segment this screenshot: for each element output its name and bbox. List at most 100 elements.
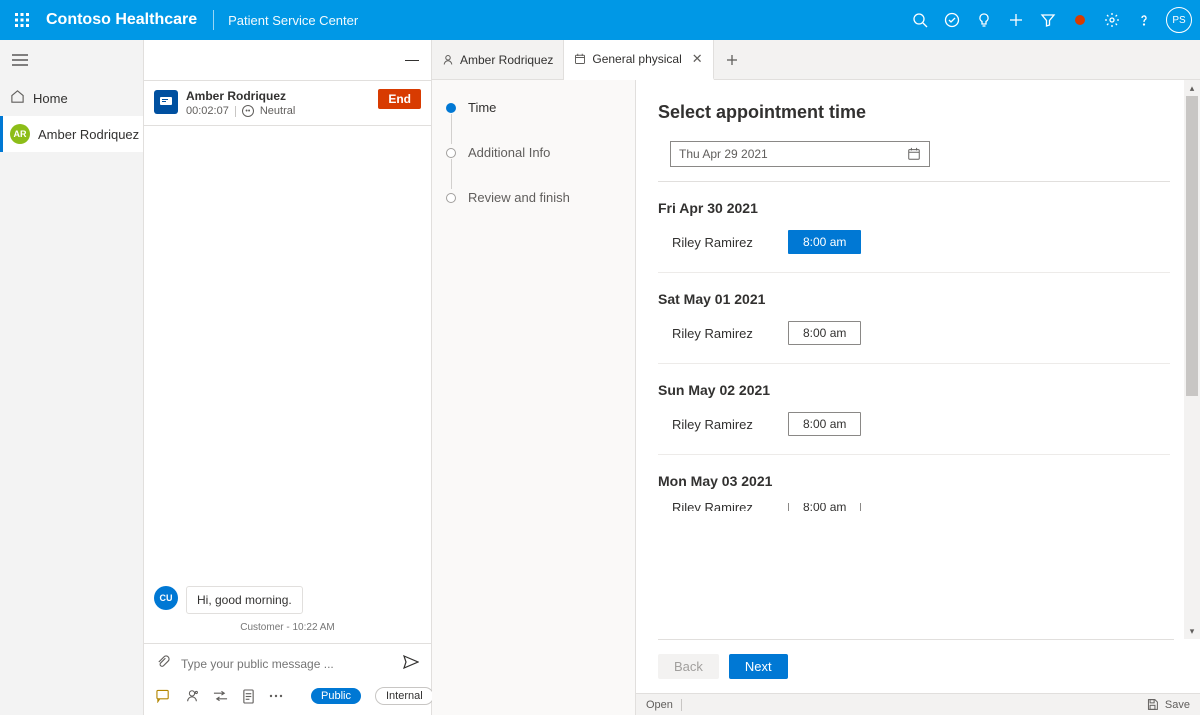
detail-panel: ▴ ▾ Select appointment time Thu Apr 29 2… — [636, 80, 1200, 715]
top-bar: Contoso Healthcare Patient Service Cente… — [0, 0, 1200, 40]
tab-general-physical[interactable]: General physical ✕ — [564, 40, 713, 80]
chat-messages: CU Hi, good morning. Customer - 10:22 AM — [144, 126, 431, 643]
day-block: Sat May 01 2021 Riley Ramirez 8:00 am — [658, 273, 1170, 364]
time-slot[interactable]: 8:00 am — [788, 412, 861, 436]
tab-close-icon[interactable]: ✕ — [692, 51, 703, 67]
settings-icon[interactable] — [1096, 4, 1128, 36]
day-block: Mon May 03 2021 Riley Ramirez 8:00 am — [658, 455, 1170, 511]
sentiment-icon: •• — [242, 105, 254, 117]
scroll-down-icon[interactable]: ▾ — [1184, 623, 1200, 639]
status-bar: Open Save — [636, 693, 1200, 715]
scrollbar-thumb[interactable] — [1186, 96, 1198, 396]
left-sidebar: Home AR Amber Rodriquez — [0, 40, 144, 715]
tab-person-label: Amber Rodriquez — [460, 53, 553, 67]
provider-row: Riley Ramirez 8:00 am — [658, 412, 1170, 436]
conversation-timer: 00:02:07 — [186, 105, 229, 117]
step-review-label: Review and finish — [468, 190, 570, 205]
conversation-card[interactable]: Amber Rodriquez 00:02:07 •• Neutral End — [144, 80, 431, 126]
chat-message: Hi, good morning. — [186, 586, 303, 614]
conversation-name: Amber Rodriquez — [186, 89, 370, 103]
day-label: Mon May 03 2021 — [658, 473, 1170, 489]
tab-active-label: General physical — [592, 52, 681, 66]
brand-subtitle: Patient Service Center — [228, 13, 358, 28]
session-avatar: AR — [10, 124, 30, 144]
next-button[interactable]: Next — [729, 654, 788, 679]
day-label: Sat May 01 2021 — [658, 291, 1170, 307]
search-icon[interactable] — [904, 4, 936, 36]
detail-title: Select appointment time — [658, 102, 1170, 123]
step-review[interactable]: Review and finish — [446, 190, 621, 205]
tab-add-button[interactable] — [714, 40, 750, 79]
step-time[interactable]: Time — [446, 100, 621, 115]
save-button[interactable]: Save — [1146, 698, 1190, 711]
user-avatar[interactable]: PS — [1166, 7, 1192, 33]
customer-avatar: CU — [154, 586, 178, 610]
chat-message-meta: Customer - 10:22 AM — [154, 622, 421, 633]
step-time-label: Time — [468, 100, 496, 115]
provider-name: Riley Ramirez — [672, 235, 762, 250]
day-block: Fri Apr 30 2021 Riley Ramirez 8:00 am — [658, 182, 1170, 273]
time-slot[interactable]: 8:00 am — [788, 503, 861, 511]
scroll-up-icon[interactable]: ▴ — [1184, 80, 1200, 96]
day-label: Fri Apr 30 2021 — [658, 200, 1170, 216]
help-icon[interactable] — [1128, 4, 1160, 36]
send-icon[interactable] — [403, 655, 419, 672]
brand-divider — [213, 10, 214, 30]
message-input[interactable] — [181, 657, 393, 671]
date-picker[interactable]: Thu Apr 29 2021 — [670, 141, 930, 167]
meta-divider — [235, 106, 236, 117]
time-slot[interactable]: 8:00 am — [788, 321, 861, 345]
step-dot — [446, 148, 456, 158]
provider-name: Riley Ramirez — [672, 417, 762, 432]
provider-name: Riley Ramirez — [672, 503, 762, 511]
internal-toggle[interactable]: Internal — [375, 687, 434, 705]
consult-icon[interactable] — [185, 688, 199, 704]
day-block: Sun May 02 2021 Riley Ramirez 8:00 am — [658, 364, 1170, 455]
end-button[interactable]: End — [378, 89, 421, 109]
chat-panel: Amber Rodriquez 00:02:07 •• Neutral End … — [144, 40, 432, 715]
stepper-panel: Time Additional Info Review and finish — [432, 80, 636, 715]
quick-reply-icon[interactable] — [156, 688, 171, 704]
compose-area: Public Internal — [144, 643, 431, 715]
day-label: Sun May 02 2021 — [658, 382, 1170, 398]
provider-row: Riley Ramirez 8:00 am — [658, 230, 1170, 254]
lightbulb-icon[interactable] — [968, 4, 1000, 36]
sidebar-item-session[interactable]: AR Amber Rodriquez — [0, 116, 143, 152]
home-icon — [10, 89, 25, 107]
step-additional-label: Additional Info — [468, 145, 550, 160]
brand-title: Contoso Healthcare — [46, 11, 197, 29]
step-dot — [446, 193, 456, 203]
provider-name: Riley Ramirez — [672, 326, 762, 341]
add-icon[interactable] — [1000, 4, 1032, 36]
step-additional-info[interactable]: Additional Info — [446, 145, 621, 160]
sentiment-label: Neutral — [260, 105, 295, 117]
chat-channel-icon — [154, 90, 178, 114]
more-icon[interactable] — [269, 688, 283, 704]
hamburger-icon[interactable] — [10, 50, 30, 70]
provider-row: Riley Ramirez 8:00 am — [658, 321, 1170, 345]
save-label: Save — [1165, 699, 1190, 711]
tabs-row: Amber Rodriquez General physical ✕ — [432, 40, 1200, 80]
record-icon[interactable] — [1064, 4, 1096, 36]
sidebar-item-home[interactable]: Home — [0, 80, 143, 116]
scrollbar-track[interactable]: ▴ ▾ — [1184, 80, 1200, 639]
transfer-icon[interactable] — [213, 688, 228, 704]
filter-icon[interactable] — [1032, 4, 1064, 36]
sidebar-home-label: Home — [33, 91, 68, 106]
attachment-icon[interactable] — [156, 654, 171, 673]
save-icon — [1146, 698, 1159, 711]
step-dot-active — [446, 103, 456, 113]
notes-icon[interactable] — [242, 688, 255, 704]
task-icon[interactable] — [936, 4, 968, 36]
app-launcher-icon[interactable] — [8, 6, 36, 34]
sidebar-session-label: Amber Rodriquez — [38, 127, 139, 142]
status-open[interactable]: Open — [646, 699, 673, 711]
provider-row: Riley Ramirez 8:00 am — [658, 503, 1170, 511]
tab-person[interactable]: Amber Rodriquez — [432, 40, 564, 79]
minimize-icon[interactable] — [405, 60, 419, 61]
date-value: Thu Apr 29 2021 — [679, 147, 768, 161]
calendar-icon — [907, 147, 921, 161]
public-toggle[interactable]: Public — [311, 688, 361, 704]
back-button[interactable]: Back — [658, 654, 719, 679]
time-slot[interactable]: 8:00 am — [788, 230, 861, 254]
